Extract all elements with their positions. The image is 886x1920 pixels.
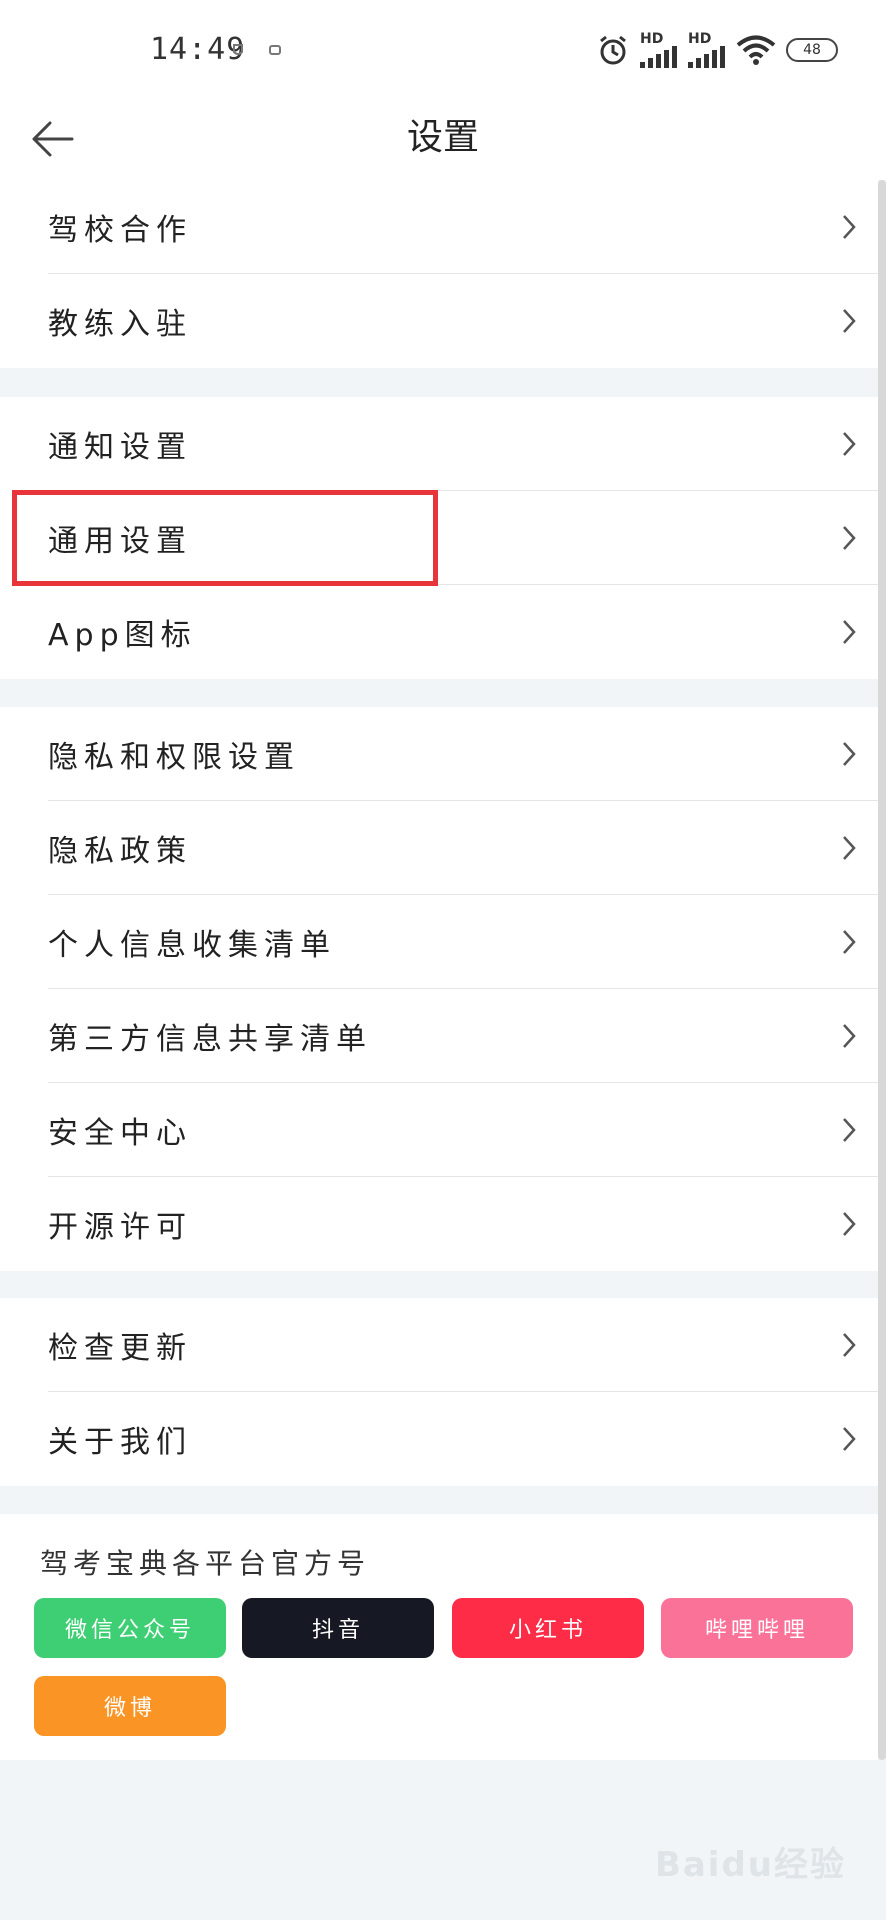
settings-item-label: 个人信息收集清单 xyxy=(48,927,336,963)
chevron-right-icon xyxy=(843,432,856,456)
settings-item-label: 安全中心 xyxy=(48,1115,192,1151)
hd-label: HD xyxy=(688,31,712,47)
watermark: Baidu经验 xyxy=(654,1845,846,1885)
bilibili-button[interactable]: 哔哩哔哩 xyxy=(661,1598,853,1658)
nav-bar: 设置 xyxy=(0,100,886,180)
settings-item-label: 开源许可 xyxy=(48,1210,192,1245)
settings-item-personal-info-list[interactable]: 个人信息收集清单 xyxy=(48,895,878,989)
chevron-right-icon xyxy=(843,1333,856,1357)
status-bar: 14:49 HD HD 48 xyxy=(0,0,886,100)
battery-level: 48 xyxy=(803,42,821,58)
chevron-right-icon xyxy=(843,526,856,550)
hd-label: HD xyxy=(640,31,664,47)
settings-group-3: 隐私和权限设置 隐私政策 个人信息收集清单 第三方信息共享清单 安全中心 开源许… xyxy=(0,707,878,1271)
settings-item-third-party-list[interactable]: 第三方信息共享清单 xyxy=(48,989,878,1083)
notification-icons xyxy=(230,40,290,64)
status-icons: HD HD 48 xyxy=(596,30,838,70)
alarm-icon xyxy=(600,35,626,65)
settings-group-4: 检查更新 关于我们 xyxy=(0,1298,878,1486)
settings-item-app-icon[interactable]: App图标 xyxy=(48,585,878,679)
settings-item-label: 第三方信息共享清单 xyxy=(48,1021,372,1057)
chevron-right-icon xyxy=(843,309,856,333)
settings-item-security-center[interactable]: 安全中心 xyxy=(48,1083,878,1177)
settings-item-label: 驾校合作 xyxy=(48,212,192,248)
signal-1-icon: HD xyxy=(640,32,678,68)
chevron-right-icon xyxy=(843,1118,856,1142)
highlight-box xyxy=(12,490,438,586)
settings-item-label: 隐私政策 xyxy=(48,833,192,869)
settings-item-label: 检查更新 xyxy=(48,1330,192,1366)
settings-item-label: 隐私和权限设置 xyxy=(48,739,300,775)
settings-item-open-source[interactable]: 开源许可 xyxy=(48,1177,878,1271)
official-accounts-title: 驾考宝典各平台官方号 xyxy=(40,1547,371,1580)
official-accounts-section: 驾考宝典各平台官方号 微信公众号 抖音 小红书 哔哩哔哩 微博 xyxy=(0,1514,878,1760)
chevron-right-icon xyxy=(843,215,856,239)
wifi-icon xyxy=(736,35,776,65)
battery-icon: 48 xyxy=(786,38,838,62)
settings-item-label: App图标 xyxy=(48,618,197,653)
chevron-right-icon xyxy=(843,620,856,644)
notification-icon xyxy=(233,44,281,55)
settings-item-about-us[interactable]: 关于我们 xyxy=(48,1392,878,1486)
settings-item-label: 通知设置 xyxy=(48,429,192,465)
settings-group-1: 驾校合作 教练入驻 xyxy=(0,180,878,368)
settings-item-privacy-permissions[interactable]: 隐私和权限设置 xyxy=(48,707,878,801)
settings-item-coach[interactable]: 教练入驻 xyxy=(48,274,878,368)
chevron-right-icon xyxy=(843,930,856,954)
wechat-button[interactable]: 微信公众号 xyxy=(34,1598,226,1658)
settings-item-label: 教练入驻 xyxy=(48,307,192,342)
scrollbar[interactable] xyxy=(878,180,886,1760)
settings-item-privacy-policy[interactable]: 隐私政策 xyxy=(48,801,878,895)
settings-item-notification[interactable]: 通知设置 xyxy=(48,397,878,491)
page-title: 设置 xyxy=(406,117,479,158)
chevron-right-icon xyxy=(843,1024,856,1048)
settings-item-label: 关于我们 xyxy=(48,1425,192,1460)
chevron-right-icon xyxy=(843,836,856,860)
xiaohongshu-button[interactable]: 小红书 xyxy=(452,1598,644,1658)
signal-2-icon: HD xyxy=(688,32,726,68)
chevron-right-icon xyxy=(843,1427,856,1451)
chevron-right-icon xyxy=(843,1212,856,1236)
weibo-button[interactable]: 微博 xyxy=(34,1676,226,1736)
douyin-button[interactable]: 抖音 xyxy=(242,1598,434,1658)
settings-item-driving-school[interactable]: 驾校合作 xyxy=(48,180,878,274)
chevron-right-icon xyxy=(843,742,856,766)
settings-item-check-update[interactable]: 检查更新 xyxy=(48,1298,878,1392)
